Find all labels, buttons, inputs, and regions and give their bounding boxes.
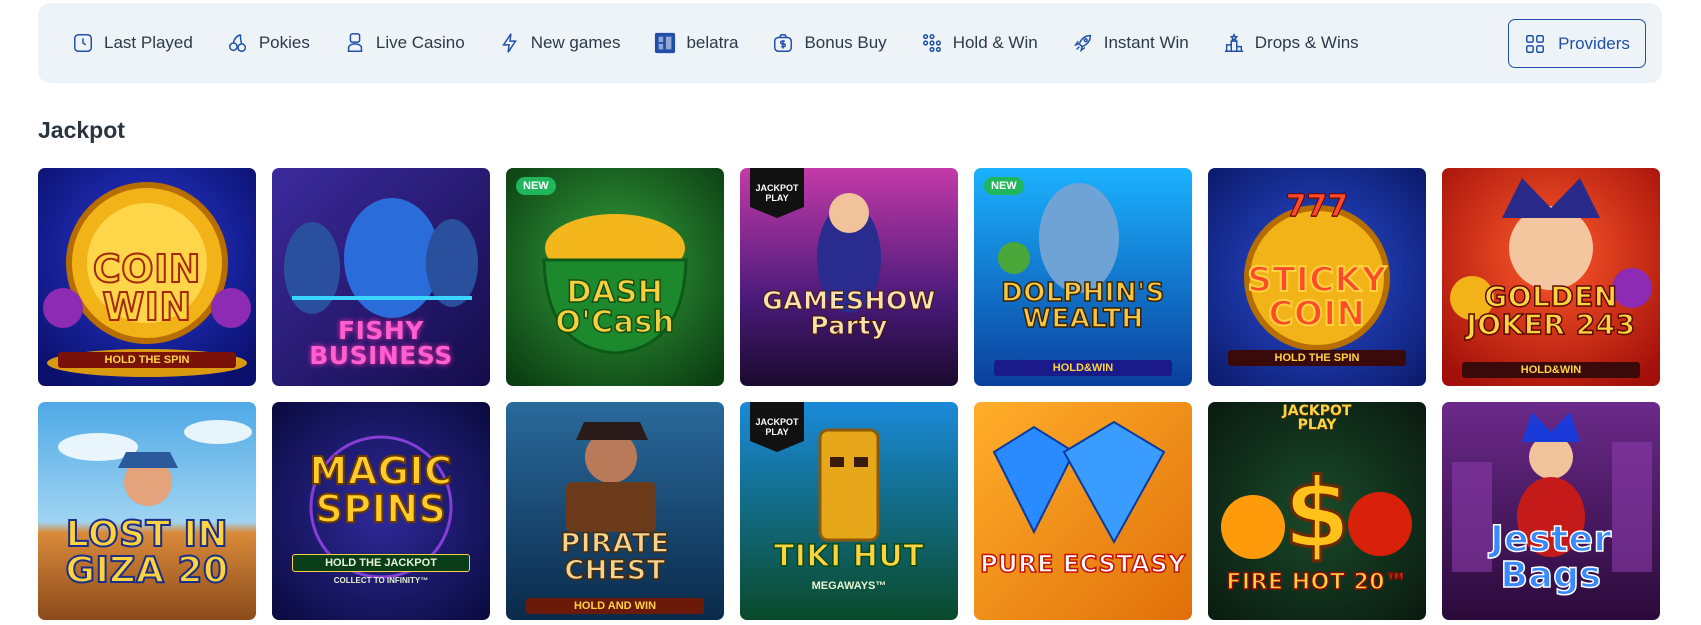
game-tile-tiki-hut[interactable]: JACKPOT PLAY TIKI HUT MEGAWAYS™ [740, 402, 958, 620]
game-tile-gameshow-party[interactable]: JACKPOT PLAY GAMESHOW Party [740, 168, 958, 386]
game-art [974, 402, 1192, 620]
game-art [1442, 168, 1660, 386]
game-title: PURE ECSTASY [979, 550, 1186, 578]
game-tile-dolphins-wealth[interactable]: NEW DOLPHIN'S WEALTH HOLD&WIN [974, 168, 1192, 386]
game-tile-pure-ecstasy[interactable]: PURE ECSTASY [974, 402, 1192, 620]
game-top-text: JACKPOT PLAY [1282, 403, 1352, 433]
game-title: FIRE HOT 20™ [1226, 570, 1408, 595]
game-subtitle: HOLD THE SPIN [58, 352, 236, 368]
dealer-icon [347, 33, 363, 52]
nav-item-new-games[interactable]: New games [499, 23, 621, 63]
game-tile-dash-o-cash[interactable]: NEW DASH O'Cash [506, 168, 724, 386]
nav-item-label: New games [530, 33, 621, 52]
nav-item-live-casino[interactable]: Live Casino [344, 23, 465, 63]
game-grid: COIN WIN HOLD THE SPIN FISHY BUSINESS NE… [38, 168, 1662, 620]
game-title: GOLDEN JOKER 243 [1466, 280, 1636, 341]
providers-label: Providers [1558, 33, 1630, 53]
grid-icon [1526, 34, 1545, 53]
dots-grid-icon [922, 34, 941, 52]
nav-item-label: Drops & Wins [1254, 33, 1359, 52]
game-title: FISHY BUSINESS [309, 316, 453, 370]
nav-item-hold-and-win[interactable]: Hold & Win [921, 23, 1038, 63]
nav-item-bonus-buy[interactable]: Bonus Buy [772, 23, 887, 63]
game-tile-fishy-business[interactable]: FISHY BUSINESS [272, 168, 490, 386]
nav-item-last-played[interactable]: Last Played [72, 23, 193, 63]
game-title: Jester Bags [1489, 519, 1612, 596]
game-tile-pirate-chest[interactable]: PIRATE CHEST HOLD AND WIN [506, 402, 724, 620]
nav-item-belatra[interactable]: belatra [654, 23, 738, 63]
nav-item-label: Last Played [104, 33, 193, 52]
game-title: MAGIC SPINS [309, 449, 453, 531]
nav-item-label: Live Casino [375, 33, 465, 52]
nav-item-label: Pokies [258, 33, 310, 52]
nav-item-instant-win[interactable]: Instant Win [1072, 23, 1189, 63]
dollar-bag-icon [774, 34, 793, 52]
game-title: GAMESHOW Party [762, 286, 936, 340]
game-subtitle: MEGAWAYS™ [811, 580, 887, 592]
game-title: STICKY COIN [1246, 260, 1387, 334]
nav-item-drops-and-wins[interactable]: Drops & Wins [1223, 23, 1359, 63]
lightning-icon [501, 33, 517, 53]
game-art [974, 168, 1192, 386]
game-title: PIRATE CHEST [560, 528, 670, 586]
game-tile-golden-joker-243[interactable]: GOLDEN JOKER 243 HOLD&WIN [1442, 168, 1660, 386]
game-title: TIKI HUT [773, 539, 925, 574]
new-badge: NEW [984, 177, 1024, 195]
game-subtitle: HOLD&WIN [994, 360, 1172, 376]
category-nav: Last Played Pokies Live Casino New games… [72, 3, 1393, 83]
game-tile-jester-bags[interactable]: Jester Bags [1442, 402, 1660, 620]
nav-item-label: Bonus Buy [804, 33, 887, 52]
rocket-icon [1073, 34, 1091, 53]
game-subtitle: HOLD THE SPIN [1228, 350, 1406, 366]
game-tile-coin-win[interactable]: COIN WIN HOLD THE SPIN [38, 168, 256, 386]
providers-button[interactable]: Providers [1508, 19, 1646, 68]
game-art [506, 402, 724, 620]
new-badge: NEW [516, 177, 556, 195]
game-tile-lost-in-giza-20[interactable]: LOST IN GIZA 20 [38, 402, 256, 620]
clock-icon [74, 34, 92, 52]
game-subtitle: HOLD THE JACKPOT [292, 554, 470, 572]
category-bar: Last Played Pokies Live Casino New games… [38, 3, 1662, 83]
game-top-text: 777 [1285, 189, 1349, 224]
game-subtitle-2: COLLECT TO INFINITY™ [333, 576, 429, 585]
game-subtitle: HOLD&WIN [1462, 362, 1640, 378]
cherries-icon [228, 34, 246, 52]
game-title: LOST IN GIZA 20 [64, 514, 229, 591]
nav-item-label: Hold & Win [952, 33, 1038, 52]
game-title: DOLPHIN'S WEALTH [1000, 278, 1165, 334]
game-tile-magic-spins[interactable]: MAGIC SPINS HOLD THE JACKPOT COLLECT TO … [272, 402, 490, 620]
nav-item-label: belatra [686, 33, 739, 52]
game-subtitle: HOLD AND WIN [526, 598, 704, 614]
svg-text:$: $ [1284, 458, 1351, 570]
podium-icon [1224, 33, 1243, 52]
section-title: Jackpot [38, 117, 125, 143]
game-tile-sticky-coin[interactable]: 777 STICKY COIN HOLD THE SPIN [1208, 168, 1426, 386]
game-tile-fire-hot-20[interactable]: $ JACKPOT PLAY FIRE HOT 20™ [1208, 402, 1426, 620]
nav-item-pokies[interactable]: Pokies [227, 23, 310, 63]
game-title: DASH O'Cash [555, 275, 675, 340]
game-title: COIN WIN [92, 247, 202, 329]
belatra-logo-icon [655, 32, 676, 54]
nav-item-label: Instant Win [1103, 33, 1189, 52]
